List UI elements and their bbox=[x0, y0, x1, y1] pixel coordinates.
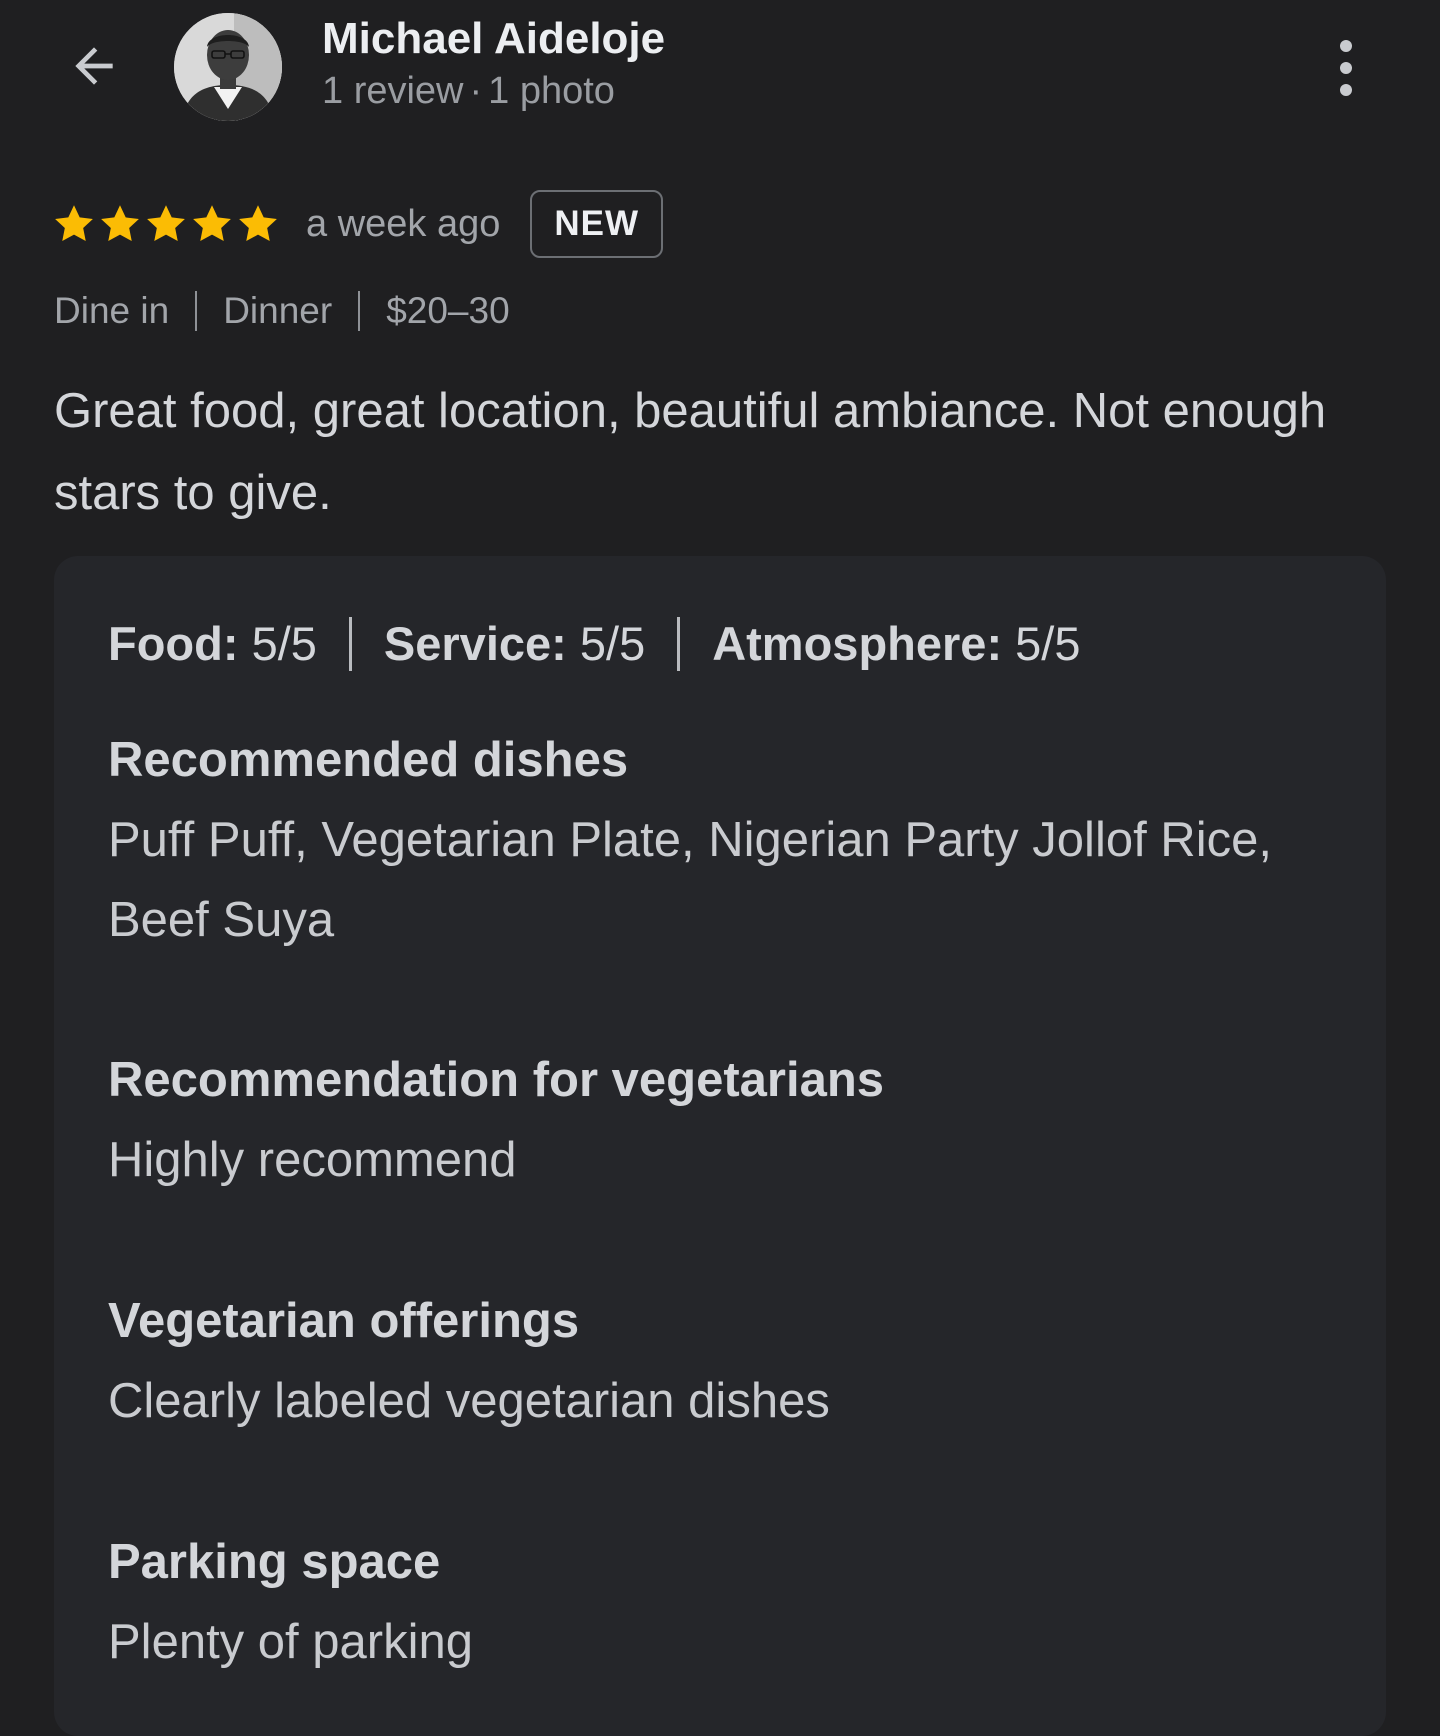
detail-value: Highly recommend bbox=[108, 1133, 517, 1187]
review-time: a week ago bbox=[306, 202, 501, 245]
review-details-card: Food: 5/5 Service: 5/5 Atmosphere: 5/5 R… bbox=[54, 556, 1386, 1736]
aspect-value-atmosphere: 5/5 bbox=[1015, 617, 1081, 670]
reviewer-name[interactable]: Michael Aideloje bbox=[322, 14, 665, 64]
star-icon bbox=[101, 205, 139, 242]
new-badge: NEW bbox=[530, 190, 664, 258]
detail-recommended-dishes: Recommended dishes Puff Puff, Vegetarian… bbox=[108, 720, 1328, 960]
aspect-divider bbox=[348, 616, 352, 671]
detail-vegetarian-offerings: Vegetarian offerings Clearly labeled veg… bbox=[108, 1281, 1328, 1441]
aspect-label-atmosphere: Atmosphere: bbox=[712, 617, 1003, 670]
detail-value: Puff Puff, Vegetarian Plate, Nigerian Pa… bbox=[108, 813, 1272, 947]
reviewer-stats: 1 review · 1 photo bbox=[322, 70, 615, 113]
aspect-ratings: Food: 5/5 Service: 5/5 Atmosphere: 5/5 bbox=[108, 616, 1081, 671]
meta-separator: · bbox=[469, 70, 483, 112]
detail-vegetarian-recommendation: Recommendation for vegetarians Highly re… bbox=[108, 1040, 1328, 1200]
arrow-left-icon bbox=[75, 47, 113, 85]
tag-divider bbox=[358, 291, 361, 331]
star-icon bbox=[239, 205, 277, 242]
aspect-divider bbox=[677, 616, 681, 671]
aspect-value-food: 5/5 bbox=[251, 617, 317, 670]
review-text: Great food, great location, beautiful am… bbox=[54, 384, 1327, 520]
avatar[interactable] bbox=[174, 13, 282, 121]
detail-title: Vegetarian offerings bbox=[108, 1294, 580, 1348]
back-button[interactable] bbox=[58, 30, 130, 102]
star-icon bbox=[55, 205, 93, 242]
photo-count: 1 photo bbox=[488, 70, 615, 112]
detail-parking-space: Parking space Plenty of parking bbox=[108, 1522, 1328, 1682]
review-header: Michael Aideloje 1 review · 1 photo bbox=[0, 0, 1440, 140]
star-icon bbox=[193, 205, 231, 242]
aspect-label-food: Food: bbox=[108, 617, 239, 670]
more-options-button[interactable] bbox=[1316, 32, 1376, 104]
tag-price: $20–30 bbox=[386, 290, 510, 331]
aspect-value-service: 5/5 bbox=[579, 617, 646, 670]
detail-title: Recommended dishes bbox=[108, 733, 629, 787]
detail-title: Parking space bbox=[108, 1535, 441, 1589]
tag-divider bbox=[195, 291, 198, 331]
aspect-label-service: Service: bbox=[383, 617, 567, 670]
detail-value: Plenty of parking bbox=[108, 1615, 473, 1669]
tag-service-type: Dine in bbox=[54, 290, 170, 331]
star-rating bbox=[52, 202, 280, 246]
review-count: 1 review bbox=[322, 70, 464, 112]
tag-meal-type: Dinner bbox=[223, 290, 333, 331]
visit-tags: Dine in Dinner $20–30 bbox=[54, 290, 510, 332]
more-vertical-icon bbox=[1340, 40, 1352, 96]
detail-title: Recommendation for vegetarians bbox=[108, 1053, 885, 1107]
detail-value: Clearly labeled vegetarian dishes bbox=[108, 1374, 830, 1428]
rating-row: a week ago NEW bbox=[52, 186, 664, 262]
profile-photo bbox=[174, 13, 282, 121]
star-icon bbox=[147, 205, 185, 242]
